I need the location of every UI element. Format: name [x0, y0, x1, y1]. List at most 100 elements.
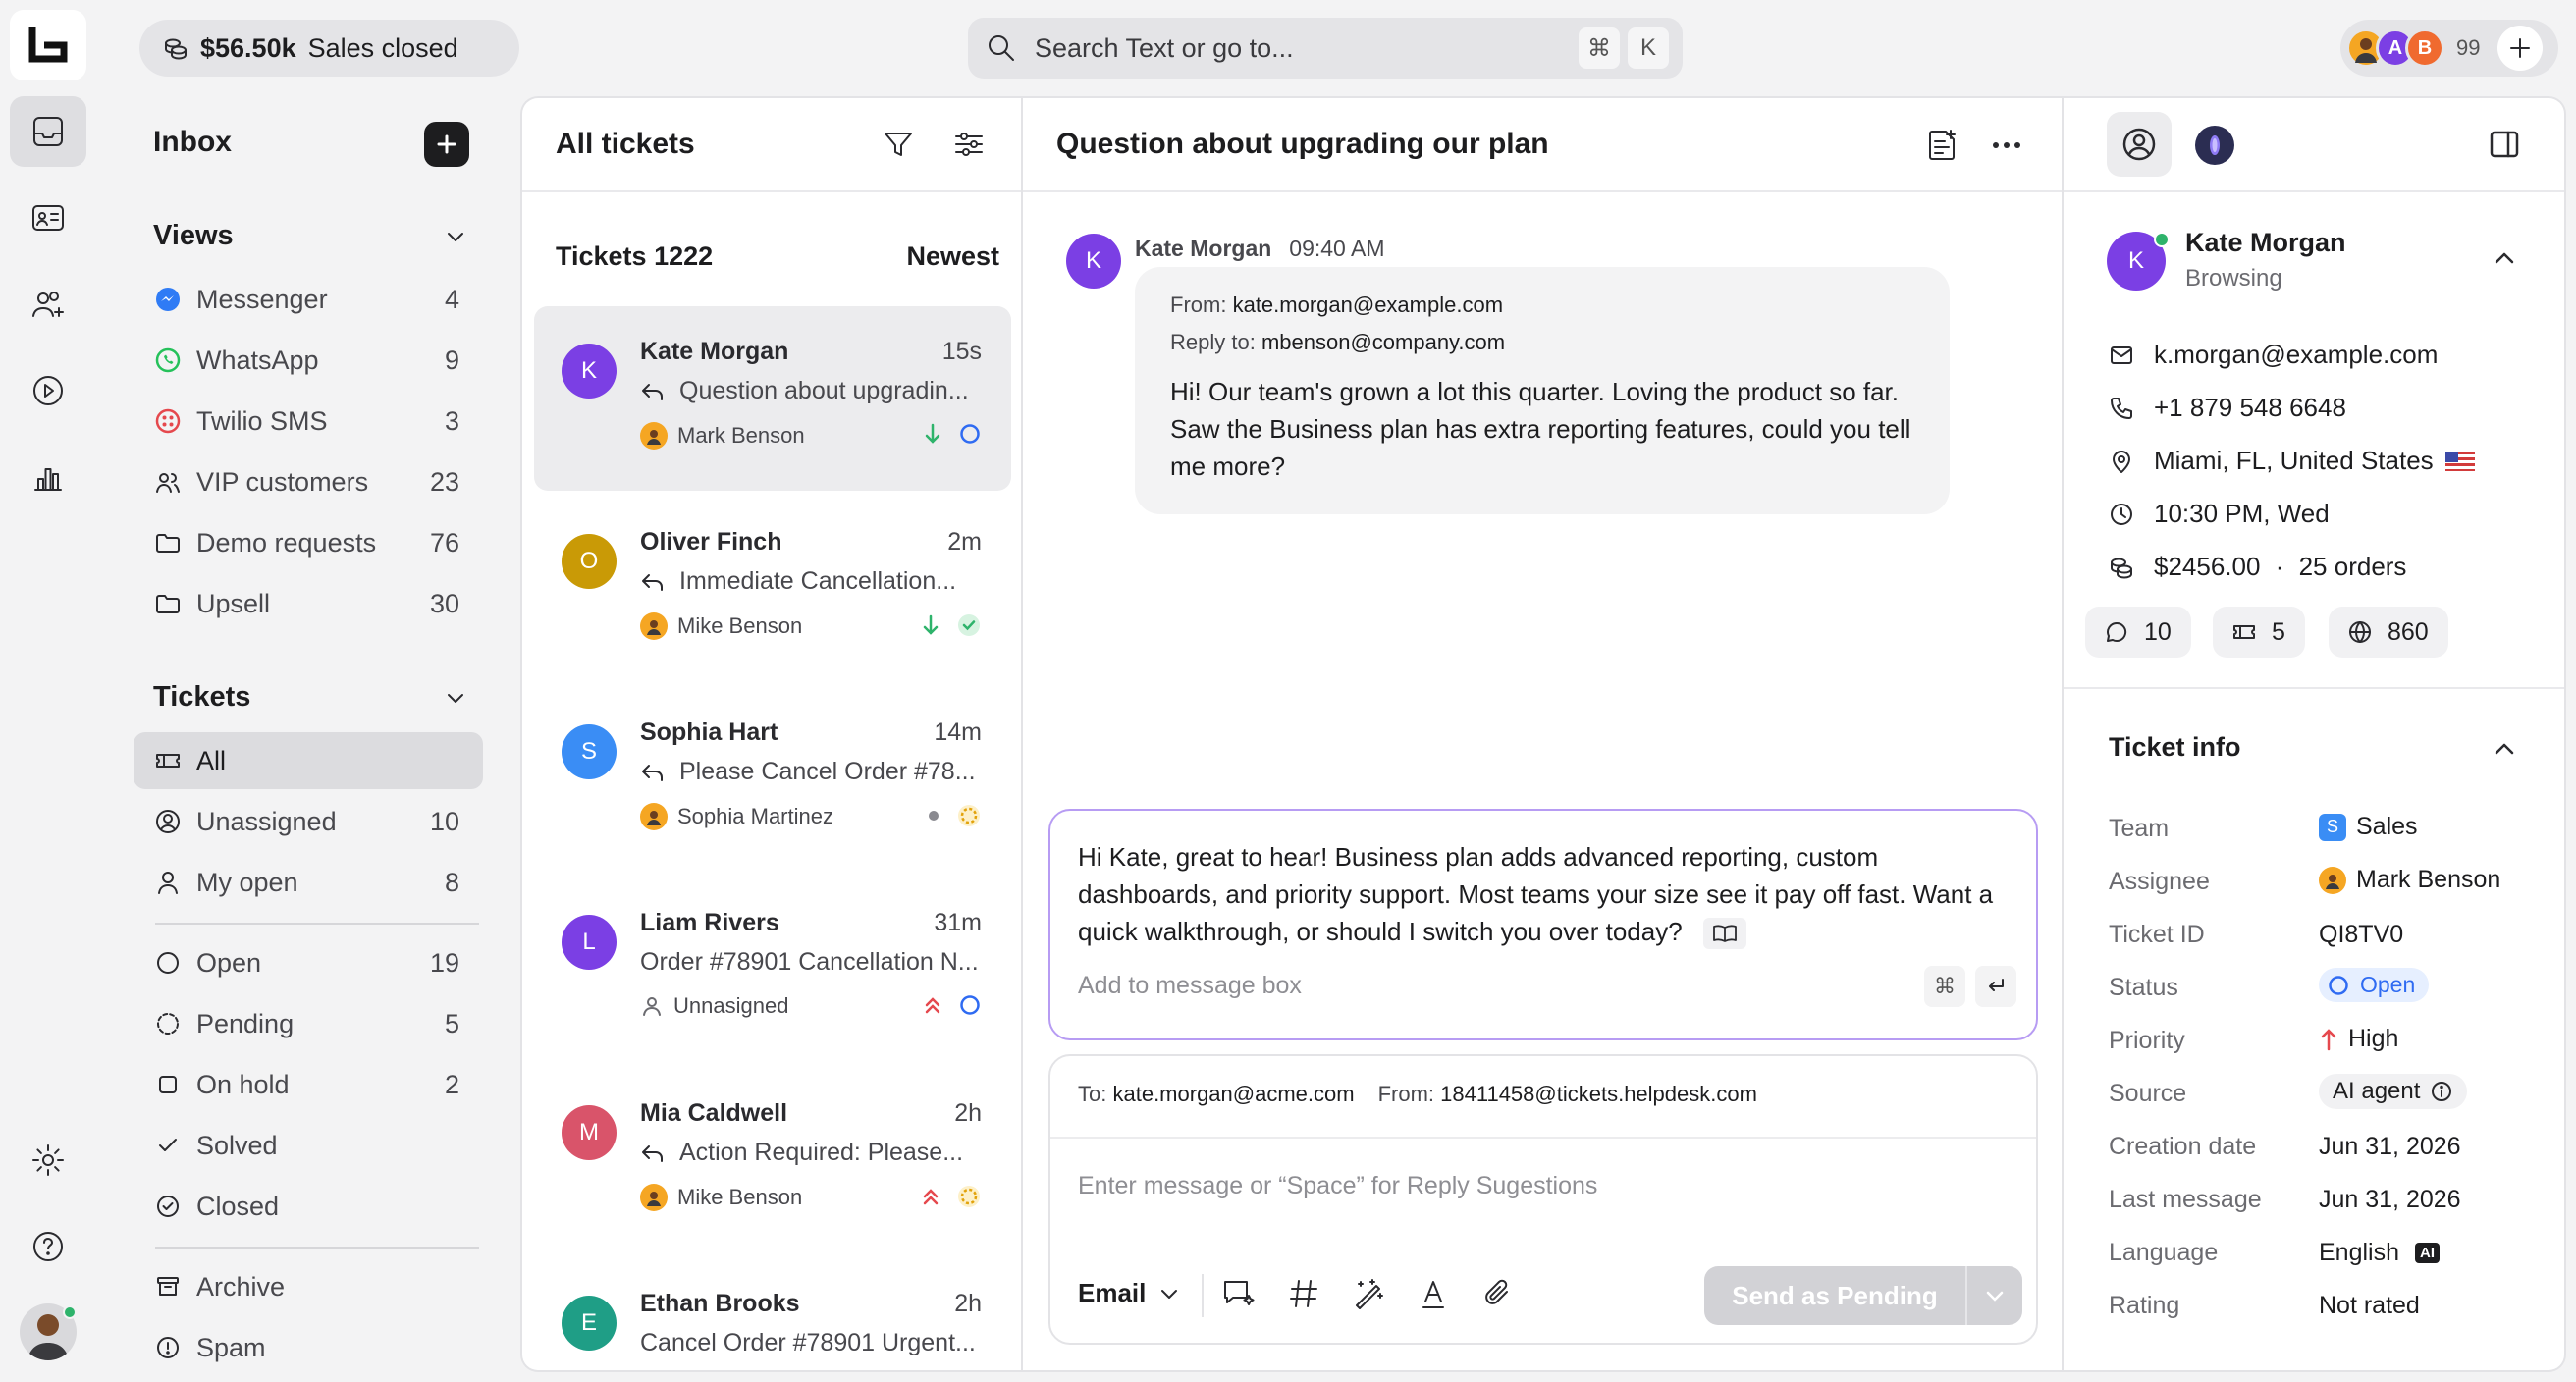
cmd-shortcut-button[interactable]: ⌘	[1924, 966, 1965, 1007]
ticket-status-icons	[923, 993, 982, 1017]
sidebar-item-solved[interactable]: Solved	[134, 1117, 483, 1174]
ticket-row[interactable]: E Ethan Brooks 2h Cancel Order #78901 Ur…	[534, 1258, 1011, 1366]
rail-users[interactable]	[10, 269, 86, 340]
ticket-row[interactable]: O Oliver Finch 2m Immediate Cancellation…	[534, 497, 1011, 681]
team-value[interactable]: S Sales	[2319, 813, 2418, 841]
sidebar-item-messenger[interactable]: Messenger 4	[134, 271, 483, 328]
chats-count-chip[interactable]: 10	[2085, 607, 2191, 658]
sidebar-item-demo[interactable]: Demo requests 76	[134, 514, 483, 571]
channel-label: Email	[1078, 1278, 1147, 1307]
sidebar-item-archive[interactable]: Archive	[134, 1258, 483, 1315]
toggle-panel-button[interactable]	[2488, 128, 2521, 161]
user-face-icon	[647, 620, 661, 635]
filter-button[interactable]	[882, 128, 915, 161]
notes-button[interactable]	[1924, 128, 1959, 163]
sender-name: Kate Morgan	[1135, 236, 1272, 261]
sidebar-item-closed[interactable]: Closed	[134, 1178, 483, 1235]
priority-value[interactable]: High	[2319, 1025, 2398, 1053]
messenger-icon	[156, 288, 180, 311]
message-meta: Kate Morgan 09:40 AM	[1135, 236, 1384, 262]
hashtag-icon[interactable]	[1286, 1276, 1321, 1311]
composer-toolbar	[1221, 1276, 1516, 1311]
rail-contacts[interactable]	[10, 183, 86, 253]
sidebar-divider	[155, 1247, 479, 1249]
app-logo[interactable]	[10, 10, 86, 80]
sidebar-item-pending[interactable]: Pending 5	[134, 995, 483, 1052]
send-options-button[interactable]	[1967, 1284, 2022, 1307]
add-to-message-input[interactable]: Add to message box	[1078, 972, 1302, 1000]
suggestion-box[interactable]: Hi Kate, great to hear! Business plan ad…	[1048, 809, 2038, 1040]
assignee-value[interactable]: Mark Benson	[2319, 866, 2500, 894]
dashed-circle-icon	[157, 1013, 179, 1035]
language-value[interactable]: English AI	[2319, 1239, 2440, 1267]
sidebar-item-vip[interactable]: VIP customers 23	[134, 453, 483, 510]
add-button[interactable]	[2497, 26, 2544, 71]
sidebar-item-my-open[interactable]: My open 8	[134, 854, 483, 911]
tickets-header[interactable]: Tickets	[153, 681, 467, 714]
collapse-contact-button[interactable]	[2492, 245, 2517, 271]
rail-settings[interactable]	[10, 1125, 86, 1196]
sidebar-item-open[interactable]: Open 19	[134, 934, 483, 991]
contact-email[interactable]: k.morgan@example.com	[2109, 340, 2438, 370]
sidebar-item-on-hold[interactable]: On hold 2	[134, 1056, 483, 1113]
adjust-button[interactable]	[952, 128, 986, 161]
header-divider	[522, 190, 1021, 192]
send-button-group: Send as Pending	[1704, 1266, 2022, 1325]
ticket-subject: Action Required: Please...	[640, 1139, 963, 1167]
rail-reports[interactable]	[10, 442, 86, 512]
reply-composer: To: kate.morgan@acme.com From: 18411458@…	[1048, 1054, 2038, 1345]
from-label: From:	[1377, 1082, 1435, 1106]
play-circle-icon	[33, 376, 63, 405]
ticket-row[interactable]: S Sophia Hart 14m Please Cancel Order #7…	[534, 687, 1011, 872]
rail-play[interactable]	[10, 355, 86, 426]
sidebar-item-twilio[interactable]: Twilio SMS 3	[134, 393, 483, 450]
status-pending-icon	[958, 1186, 980, 1207]
magic-wand-icon[interactable]	[1351, 1276, 1386, 1311]
mail-icon	[2111, 346, 2132, 364]
rail-help[interactable]	[10, 1211, 86, 1282]
search-bar[interactable]: Search Text or go to... ⌘ K	[968, 18, 1683, 79]
status-solved-icon	[958, 614, 980, 636]
enter-shortcut-button[interactable]	[1975, 966, 2016, 1007]
circle-icon	[157, 952, 179, 974]
ai-chat-icon[interactable]	[1221, 1276, 1257, 1311]
tickets-count-chip[interactable]: 5	[2213, 607, 2305, 658]
presence-avatars[interactable]: A B 99	[2340, 20, 2558, 77]
info-icon	[2432, 1082, 2452, 1101]
channel-select[interactable]: Email	[1078, 1278, 1181, 1308]
reply-input[interactable]: Enter message or “Space” for Reply Suges…	[1078, 1172, 1597, 1200]
sidebar-item-unassigned[interactable]: Unassigned 10	[134, 793, 483, 850]
rail-inbox[interactable]	[10, 96, 86, 167]
rating-value: Not rated	[2319, 1292, 2420, 1319]
status-open-icon	[960, 424, 980, 444]
user-face-icon	[2326, 874, 2339, 889]
reply-icon	[642, 573, 663, 591]
ticket-row[interactable]: K Kate Morgan 15s Question about upgradi…	[534, 306, 1011, 491]
ticket-row[interactable]: M Mia Caldwell 2h Action Required: Pleas…	[534, 1068, 1011, 1252]
ticket-row[interactable]: L Liam Rivers 31m Order #78901 Cancellat…	[534, 877, 1011, 1062]
sort-dropdown[interactable]: Newest	[906, 241, 999, 272]
contact-local-time: 10:30 PM, Wed	[2109, 499, 2330, 529]
tab-ai-assistant[interactable]	[2195, 126, 2234, 165]
ticket-name: Mia Caldwell	[640, 1099, 788, 1127]
collapse-ticket-info-button[interactable]	[2492, 736, 2517, 762]
search-input[interactable]: Search Text or go to...	[1035, 33, 1571, 64]
paperclip-icon[interactable]	[1480, 1276, 1516, 1311]
status-badge[interactable]: Open	[2319, 968, 2430, 1002]
send-button[interactable]: Send as Pending	[1704, 1281, 1965, 1311]
source-badge[interactable]: AI agent	[2319, 1074, 2468, 1109]
text-format-icon[interactable]	[1416, 1276, 1451, 1311]
more-button[interactable]	[1989, 128, 2024, 163]
note-add-icon	[1929, 130, 1956, 160]
visits-count-chip[interactable]: 860	[2329, 607, 2448, 658]
sidebar-item-upsell[interactable]: Upsell 30	[134, 575, 483, 632]
twilio-icon	[155, 408, 181, 434]
sidebar-item-spam[interactable]: Spam	[134, 1319, 483, 1376]
reply-recipients[interactable]: To: kate.morgan@acme.com From: 18411458@…	[1078, 1082, 1757, 1107]
tab-profile[interactable]	[2107, 112, 2172, 177]
reply-icon	[642, 383, 663, 400]
contact-phone[interactable]: +1 879 548 6648	[2109, 393, 2346, 423]
sidebar-item-all[interactable]: All	[134, 732, 483, 789]
sidebar-item-whatsapp[interactable]: WhatsApp 9	[134, 332, 483, 389]
knowledge-source-button[interactable]	[1702, 918, 1746, 950]
